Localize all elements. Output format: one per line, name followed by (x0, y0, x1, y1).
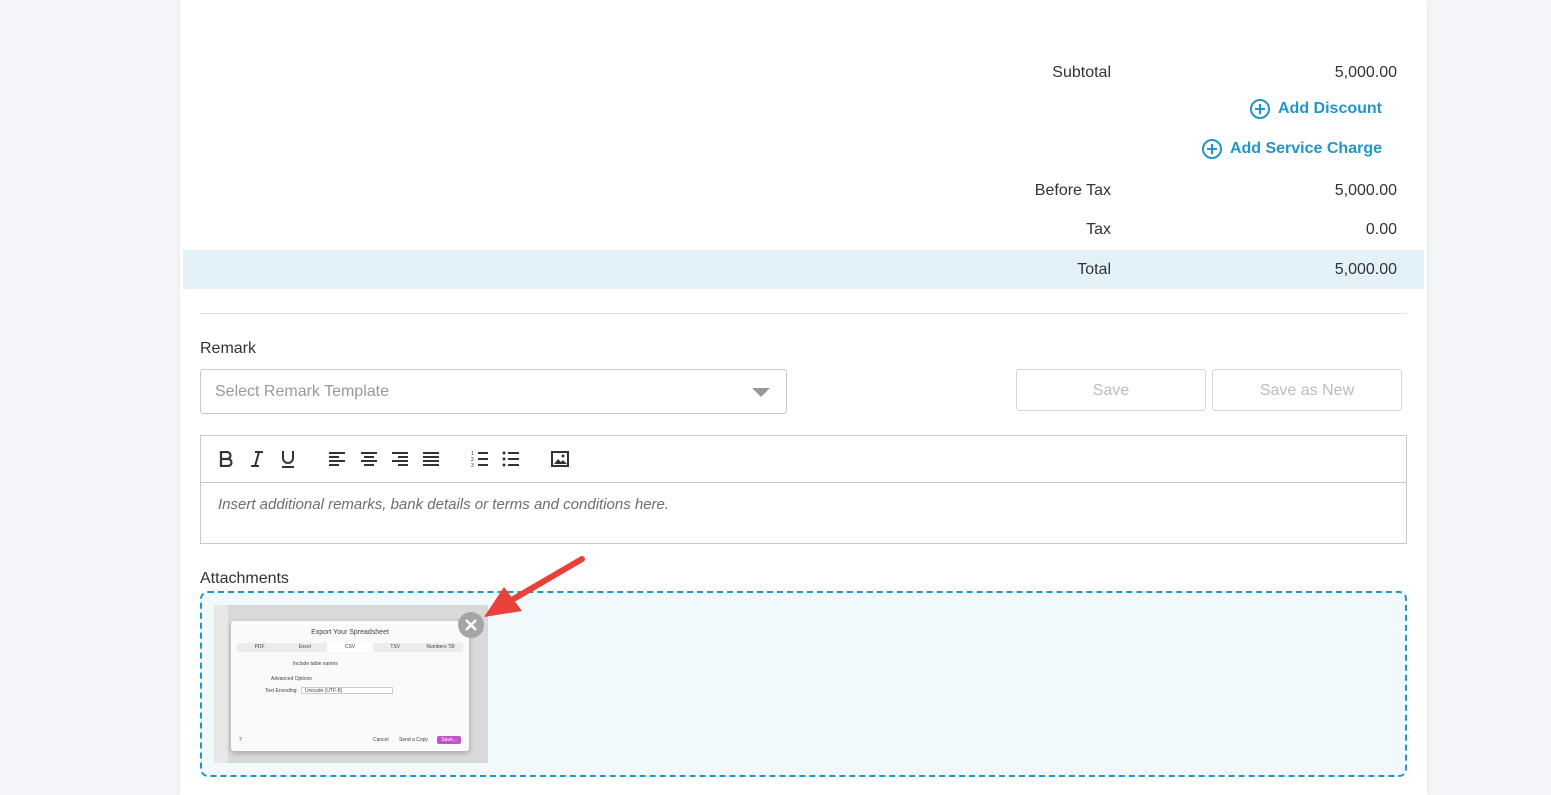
bold-icon[interactable] (215, 448, 237, 470)
align-right-icon[interactable] (389, 448, 411, 470)
remark-template-placeholder: Select Remark Template (215, 383, 389, 400)
add-discount-label: Add Discount (1278, 100, 1382, 117)
save-button[interactable]: Save (1016, 369, 1206, 411)
before-tax-row: Before Tax 5,000.00 (183, 171, 1424, 210)
attachment-thumbnail[interactable]: Export Your Spreadsheet PDF Excel CSV TS… (214, 605, 488, 763)
thumbnail-cancel: Cancel (373, 737, 389, 743)
thumbnail-tab-selected: CSV (327, 643, 373, 652)
align-center-icon[interactable] (358, 448, 380, 470)
subtotal-label: Subtotal (1052, 64, 1111, 81)
save-as-new-button[interactable]: Save as New (1212, 369, 1402, 411)
section-divider (200, 313, 1407, 314)
attachments-dropzone[interactable]: Export Your Spreadsheet PDF Excel CSV TS… (200, 591, 1407, 777)
thumbnail-encoding-label: Text Encoding: (265, 688, 298, 694)
image-icon[interactable] (549, 448, 571, 470)
invoice-card: Subtotal 5,000.00 Add Discount Add Servi… (180, 0, 1427, 795)
subtotal-row: Subtotal 5,000.00 (183, 53, 1424, 92)
thumbnail-tab: TSV (390, 644, 401, 650)
plus-circle-icon (1201, 139, 1222, 159)
subtotal-value: 5,000.00 (1334, 64, 1397, 81)
thumbnail-tab: PDF (254, 644, 265, 650)
underline-icon[interactable] (277, 448, 299, 470)
add-service-charge-link[interactable]: Add Service Charge (1201, 139, 1382, 159)
add-discount-link[interactable]: Add Discount (1250, 99, 1382, 119)
italic-icon[interactable] (246, 448, 268, 470)
remark-template-select[interactable]: Select Remark Template (200, 369, 787, 414)
thumbnail-save: Save... (437, 736, 461, 744)
bullet-list-icon[interactable] (500, 448, 522, 470)
annotation-arrow-icon (484, 556, 585, 617)
thumbnail-encoding-select: Unicode (UTF-8) (301, 687, 393, 694)
remark-editor-placeholder[interactable]: Insert additional remarks, bank details … (218, 496, 669, 513)
tax-row: Tax 0.00 (183, 210, 1424, 249)
total-label: Total (1077, 261, 1111, 278)
thumbnail-advanced-options: Advanced Options (271, 676, 312, 682)
spreadsheet-row-column (214, 605, 228, 763)
remark-label: Remark (200, 340, 257, 357)
thumbnail-include-names: Include table names (293, 661, 338, 667)
thumbnail-help: ? (239, 737, 242, 743)
ordered-list-icon[interactable]: 123 (469, 448, 491, 470)
add-service-charge-label: Add Service Charge (1229, 140, 1382, 157)
tax-value: 0.00 (1365, 221, 1397, 238)
thumbnail-export-dialog: Export Your Spreadsheet PDF Excel CSV TS… (231, 621, 469, 751)
editor-toolbar: 123 (201, 436, 1406, 483)
thumbnail-tab: Numbers '09 (426, 644, 455, 650)
align-justify-icon[interactable] (420, 448, 442, 470)
align-left-icon[interactable] (326, 448, 348, 470)
plus-circle-icon (1250, 99, 1270, 119)
svg-text:3: 3 (471, 463, 474, 468)
before-tax-label: Before Tax (1034, 182, 1111, 199)
before-tax-value: 5,000.00 (1334, 182, 1397, 199)
chevron-down-icon (752, 388, 770, 397)
thumbnail-dialog-title: Export Your Spreadsheet (311, 629, 389, 636)
attachments-label: Attachments (200, 570, 289, 587)
thumbnail-tab: Excel (298, 644, 311, 650)
total-row: Total 5,000.00 (183, 250, 1424, 289)
thumbnail-dialog-tabs: PDF Excel CSV TSV Numbers '09 (237, 643, 463, 652)
total-value: 5,000.00 (1334, 261, 1397, 278)
tax-label: Tax (1086, 221, 1111, 238)
thumbnail-send-copy: Send a Copy (399, 737, 428, 743)
remark-editor: 123 Insert additional remarks, bank deta… (200, 435, 1407, 544)
